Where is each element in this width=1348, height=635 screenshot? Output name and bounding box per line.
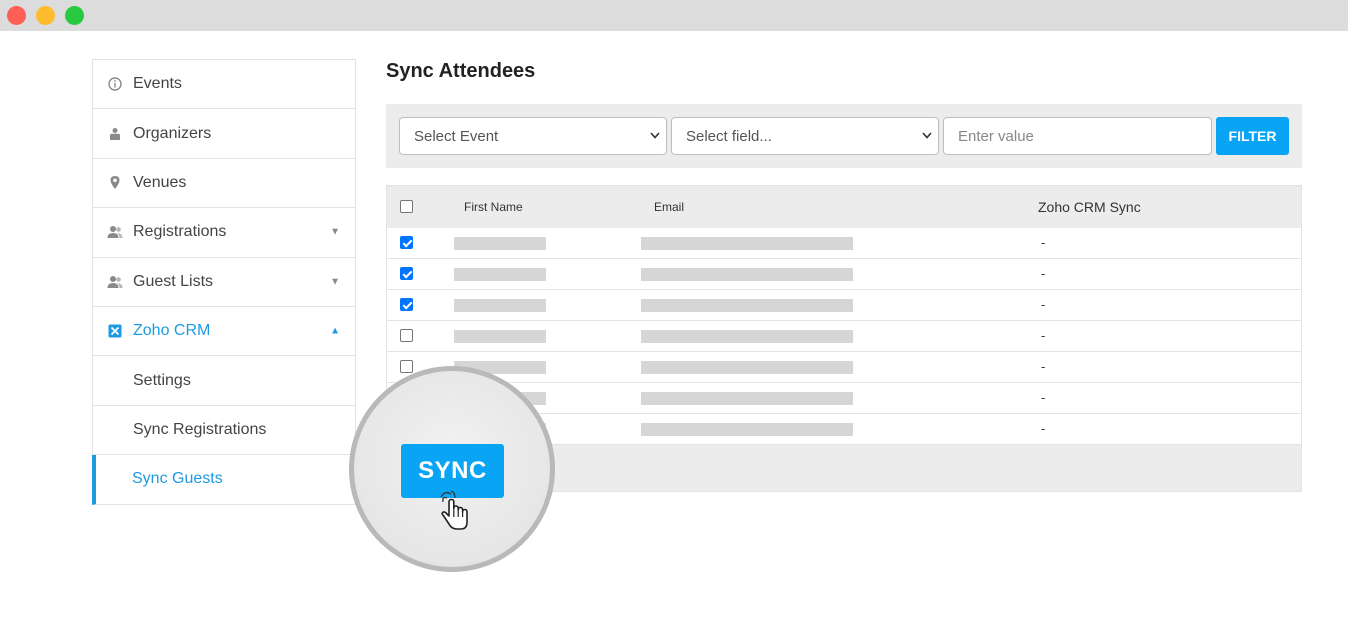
users-icon <box>107 275 123 289</box>
table-row: - <box>387 352 1301 383</box>
chevron-down-icon: ▼ <box>330 276 340 288</box>
row-checkbox[interactable] <box>400 360 413 373</box>
sidebar-item-label: Events <box>133 75 182 93</box>
row-checkbox[interactable] <box>400 267 413 280</box>
sidebar-subitem-settings[interactable]: Settings <box>93 356 355 406</box>
first-name-placeholder <box>454 299 546 312</box>
field-select-value: Select field... <box>686 127 772 145</box>
table-row: - <box>387 228 1301 259</box>
maximize-window-button[interactable] <box>65 6 84 25</box>
sidebar-item-venues[interactable]: Venues <box>93 159 355 209</box>
email-placeholder <box>641 423 853 436</box>
sync-status: - <box>1041 235 1046 250</box>
sidebar-item-guest-lists[interactable]: Guest Lists ▼ <box>93 258 355 307</box>
sidebar-item-label: Guest Lists <box>133 272 214 290</box>
sidebar-item-label: Registrations <box>133 223 227 241</box>
map-pin-icon <box>107 175 123 190</box>
column-header-first-name: First Name <box>464 200 523 214</box>
sidebar-item-events[interactable]: Events <box>93 60 355 110</box>
column-header-zoho-crm-sync: Zoho CRM Sync <box>1038 199 1141 215</box>
filter-value-input[interactable]: Enter value <box>943 117 1212 155</box>
first-name-placeholder <box>454 330 546 343</box>
sidebar-item-label: Venues <box>133 173 187 191</box>
column-header-email: Email <box>654 200 685 214</box>
sidebar-item-label: Zoho CRM <box>133 322 211 340</box>
sidebar: Events Organizers Venues Registrations ▼… <box>92 59 356 505</box>
page-title: Sync Attendees <box>386 60 536 82</box>
row-checkbox[interactable] <box>400 298 413 311</box>
table-row: - <box>387 321 1301 352</box>
info-circle-icon <box>107 77 123 91</box>
event-select[interactable]: Select Event <box>399 117 667 155</box>
filter-bar: Select Event Select field... Enter value… <box>386 104 1302 168</box>
window-titlebar <box>0 0 1348 31</box>
sync-status: - <box>1041 297 1046 312</box>
close-window-button[interactable] <box>7 6 26 25</box>
sidebar-item-label: Sync Guests <box>132 470 223 488</box>
sync-status: - <box>1041 390 1046 405</box>
email-placeholder <box>641 361 853 374</box>
sidebar-item-label: Sync Registrations <box>133 420 267 438</box>
sidebar-subitem-sync-registrations[interactable]: Sync Registrations <box>93 406 355 456</box>
minimize-window-button[interactable] <box>36 6 55 25</box>
filter-button[interactable]: FILTER <box>1216 117 1289 155</box>
chevron-down-icon <box>922 130 932 142</box>
chevron-down-icon <box>650 130 660 142</box>
email-placeholder <box>641 237 853 250</box>
sync-status: - <box>1041 421 1046 436</box>
select-all-checkbox[interactable] <box>400 200 413 213</box>
first-name-placeholder <box>454 268 546 281</box>
email-placeholder <box>641 299 853 312</box>
row-checkbox[interactable] <box>400 236 413 249</box>
table-row: - <box>387 259 1301 290</box>
email-placeholder <box>641 330 853 343</box>
sidebar-subitem-sync-guests[interactable]: Sync Guests <box>92 455 355 505</box>
row-checkbox[interactable] <box>400 329 413 342</box>
chevron-up-icon: ▲ <box>330 325 340 337</box>
field-select[interactable]: Select field... <box>671 117 939 155</box>
email-placeholder <box>641 268 853 281</box>
sync-status: - <box>1041 359 1046 374</box>
users-icon <box>107 225 123 239</box>
sidebar-item-registrations[interactable]: Registrations ▼ <box>93 208 355 258</box>
table-header: First Name Email Zoho CRM Sync <box>387 186 1301 228</box>
zoho-icon <box>107 324 123 338</box>
table-row: - <box>387 290 1301 321</box>
filter-value-placeholder: Enter value <box>958 127 1034 145</box>
chevron-down-icon: ▼ <box>330 226 340 238</box>
sidebar-item-zoho-crm[interactable]: Zoho CRM ▲ <box>93 307 355 357</box>
person-icon <box>107 127 123 141</box>
sync-status: - <box>1041 328 1046 343</box>
first-name-placeholder <box>454 237 546 250</box>
event-select-value: Select Event <box>414 127 499 145</box>
hand-pointer-icon <box>433 486 473 539</box>
sidebar-item-label: Settings <box>133 371 191 389</box>
sidebar-item-label: Organizers <box>133 124 212 142</box>
sync-status: - <box>1041 266 1046 281</box>
sidebar-item-organizers[interactable]: Organizers <box>93 109 355 159</box>
email-placeholder <box>641 392 853 405</box>
